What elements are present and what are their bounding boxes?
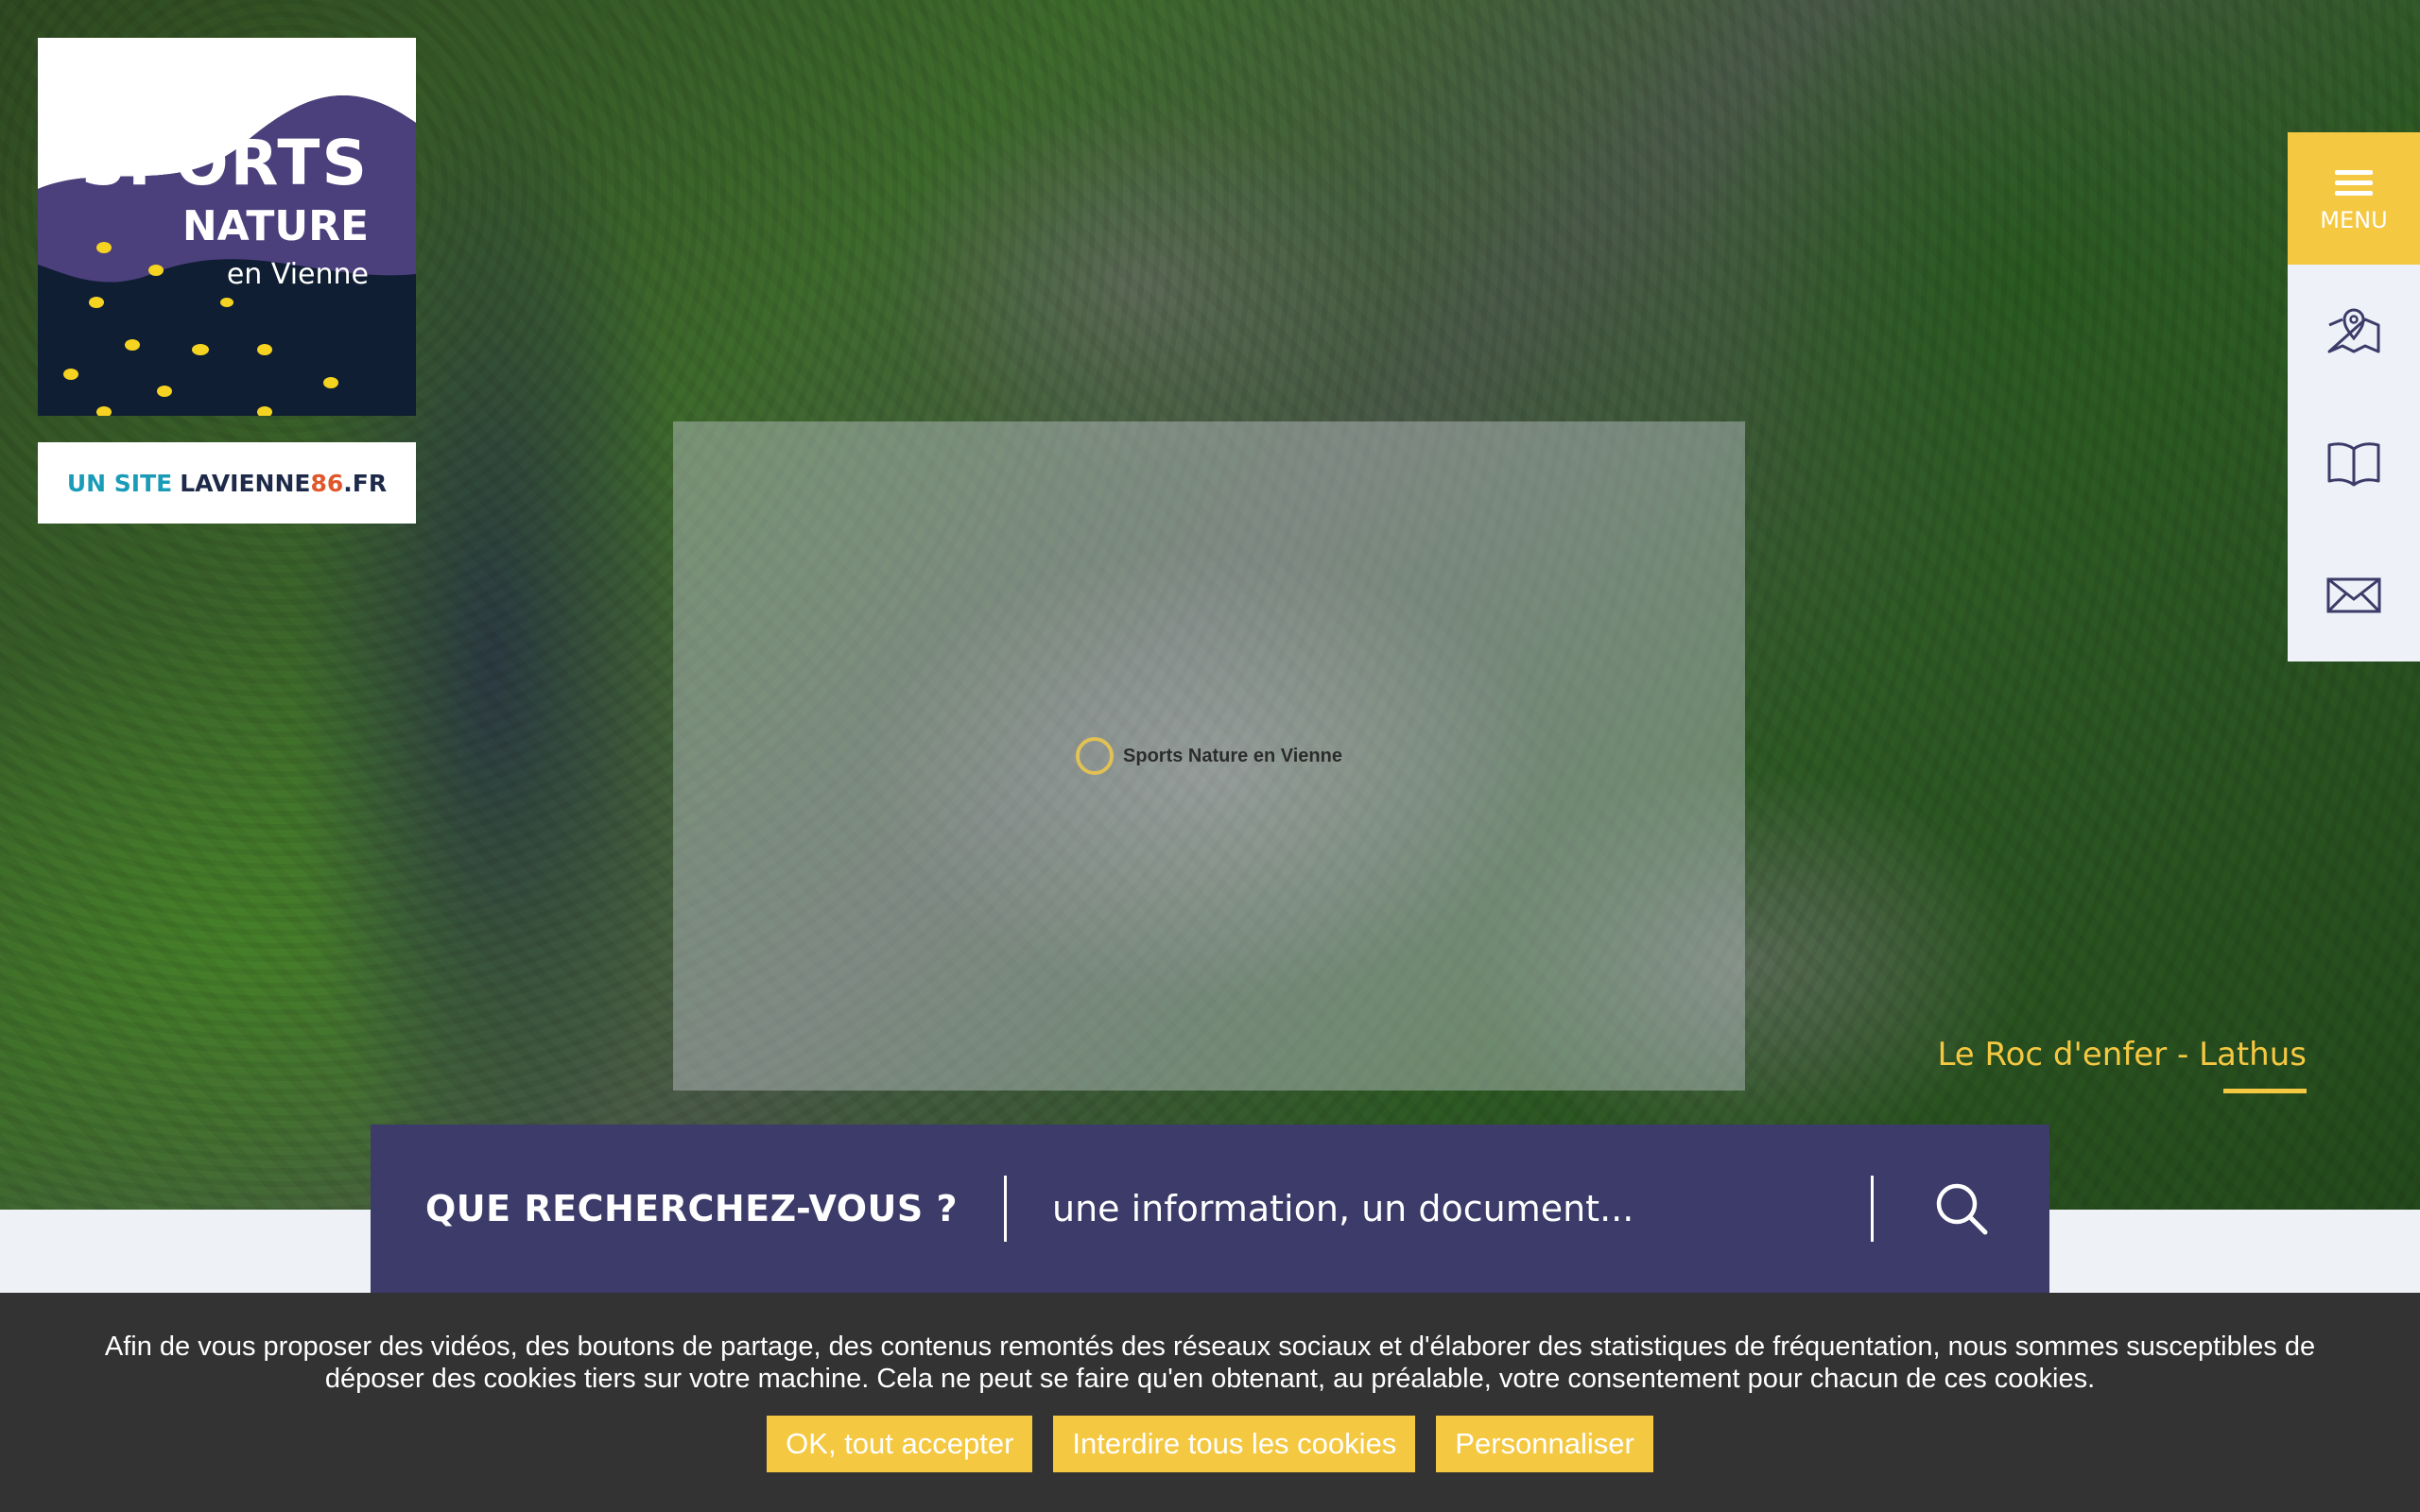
hamburger-icon [2335,164,2373,201]
guide-button[interactable] [2288,397,2420,529]
site-tag-prefix: UN SITE [66,469,173,497]
caption-underline [2223,1089,2307,1093]
search-input[interactable] [1007,1161,1871,1256]
video-brand-icon [1076,737,1115,775]
site-logo[interactable]: SPORTS NATURE en Vienne [38,38,416,416]
video-brand: Sports Nature en Vienne [1076,737,1342,775]
customize-button[interactable]: Personnaliser [1436,1416,1653,1472]
logo-line-nature: NATURE [182,202,369,250]
cookie-buttons: OK, tout accepter Interdire tous les coo… [0,1416,2420,1472]
photo-caption: Le Roc d'enfer - Lathus [1937,1036,2307,1074]
contact-button[interactable] [2288,529,2420,662]
cookie-text: Afin de vous proposer des vidéos, des bo… [104,1332,2316,1394]
menu-button[interactable]: MENU [2288,132,2420,265]
search-icon [1936,1183,1988,1235]
cookie-banner: Afin de vous proposer des vidéos, des bo… [0,1293,2420,1512]
site-tag-domain: LAVIENNE [180,469,311,497]
search-button[interactable] [1874,1125,2049,1293]
map-pin-icon [2327,308,2380,353]
site-tag-number: 86 [310,469,344,497]
menu-label: MENU [2320,206,2388,233]
lavienne86-link[interactable]: UN SITE LAVIENNE 86 .FR [38,442,416,524]
search-bar: QUE RECHERCHEZ-VOUS ? [371,1125,2049,1293]
site-tag-ext: .FR [343,469,388,497]
map-button[interactable] [2288,265,2420,397]
search-label: QUE RECHERCHEZ-VOUS ? [425,1188,959,1229]
book-icon [2327,442,2380,487]
video-player[interactable]: Sports Nature en Vienne [673,421,1745,1091]
video-brand-name: Sports Nature en Vienne [1123,745,1342,766]
mail-icon [2326,577,2381,613]
logo-line-vienne: en Vienne [226,258,369,291]
deny-all-button[interactable]: Interdire tous les cookies [1053,1416,1416,1472]
logo-line-sports: SPORTS [80,127,369,199]
accept-all-button[interactable]: OK, tout accepter [767,1416,1033,1472]
side-menu: MENU [2288,132,2420,662]
